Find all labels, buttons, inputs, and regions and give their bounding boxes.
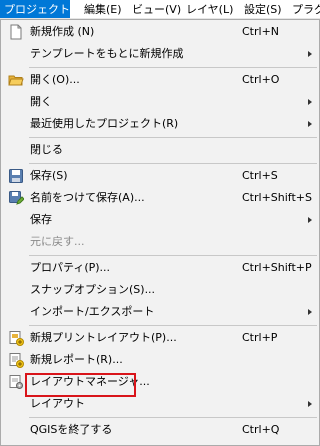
menu-item-save[interactable]: 保存(S) Ctrl+S [2,165,318,187]
menu-item-open[interactable]: 開く(O)... Ctrl+O [2,69,318,91]
shortcut-label: Ctrl+S [242,169,278,182]
menu-item-label: 閉じる [30,143,63,156]
menu-item-label: プロパティ(P)... [30,261,111,274]
menu-item-new-from-template[interactable]: テンプレートをもとに新規作成 [2,43,318,65]
save-icon [8,168,24,184]
menu-item-revert: 元に戻す... [2,231,318,253]
menu-item-label: 新規レポート(R)... [30,353,123,366]
menu-item-open-from[interactable]: 開く [2,91,318,113]
folder-open-icon [8,72,24,88]
shortcut-label: Ctrl+Q [242,423,280,436]
menu-item-properties[interactable]: プロパティ(P)... Ctrl+Shift+P [2,257,318,279]
new-report-icon [8,352,24,368]
shortcut-label: Ctrl+O [242,73,280,86]
menu-edit[interactable]: 編集(E) [80,0,126,18]
menu-item-label: 名前をつけて保存(A)... [30,191,145,204]
menu-item-label: インポート/エクスポート [30,305,155,318]
menu-item-close[interactable]: 閉じる [2,139,318,161]
submenu-arrow-icon [308,217,312,223]
shortcut-label: Ctrl+N [242,25,280,38]
menu-settings[interactable]: 設定(S) [240,0,286,18]
menu-project[interactable]: プロジェクト(J) [0,0,82,18]
separator [29,417,317,418]
menu-plugins[interactable]: プラグ [288,0,320,18]
shortcut-label: Ctrl+P [242,331,278,344]
menu-item-label: 最近使用したプロジェクト(R) [30,117,179,130]
menu-item-label: 新規作成 (N) [30,25,95,38]
menu-item-snapping-options[interactable]: スナップオプション(S)... [2,279,318,301]
shortcut-label: Ctrl+Shift+S [242,191,312,204]
submenu-arrow-icon [308,51,312,57]
separator [29,137,317,138]
menu-item-new-print-layout[interactable]: 新規プリントレイアウト(P)... Ctrl+P [2,327,318,349]
menu-item-label: 元に戻す... [30,235,85,248]
menu-item-label: テンプレートをもとに新規作成 [30,47,184,60]
menu-layer[interactable]: レイヤ(L) [182,0,237,18]
menu-item-new-report[interactable]: 新規レポート(R)... [2,349,318,371]
submenu-arrow-icon [308,309,312,315]
menu-item-label: 保存(S) [30,169,68,182]
submenu-arrow-icon [308,121,312,127]
layout-manager-highlight-outline [25,373,136,397]
menu-item-import-export[interactable]: インポート/エクスポート [2,301,318,323]
new-print-layout-icon [8,330,24,346]
menu-item-label: 開く(O)... [30,73,80,86]
separator [29,255,317,256]
new-document-icon [8,24,24,40]
menu-item-save-as[interactable]: 名前をつけて保存(A)... Ctrl+Shift+S [2,187,318,209]
submenu-arrow-icon [308,401,312,407]
separator [29,325,317,326]
menu-item-new-project[interactable]: 新規作成 (N) Ctrl+N [2,21,318,43]
menu-item-label: スナップオプション(S)... [30,283,156,296]
menu-item-label: 開く [30,95,52,108]
layout-manager-icon [8,374,24,390]
menu-item-save-to[interactable]: 保存 [2,209,318,231]
menu-item-label: 保存 [30,213,52,226]
menu-item-recent-projects[interactable]: 最近使用したプロジェクト(R) [2,113,318,135]
menu-bar: プロジェクト(J) 編集(E) ビュー(V) レイヤ(L) 設定(S) プラグ [0,0,320,19]
shortcut-label: Ctrl+Shift+P [242,261,312,274]
separator [29,163,317,164]
save-as-icon [8,190,25,206]
separator [29,67,317,68]
menu-item-label: QGISを終了する [30,423,113,436]
menu-item-label: 新規プリントレイアウト(P)... [30,331,177,344]
menu-view[interactable]: ビュー(V) [128,0,185,18]
submenu-arrow-icon [308,99,312,105]
menu-item-exit[interactable]: QGISを終了する Ctrl+Q [2,419,318,441]
